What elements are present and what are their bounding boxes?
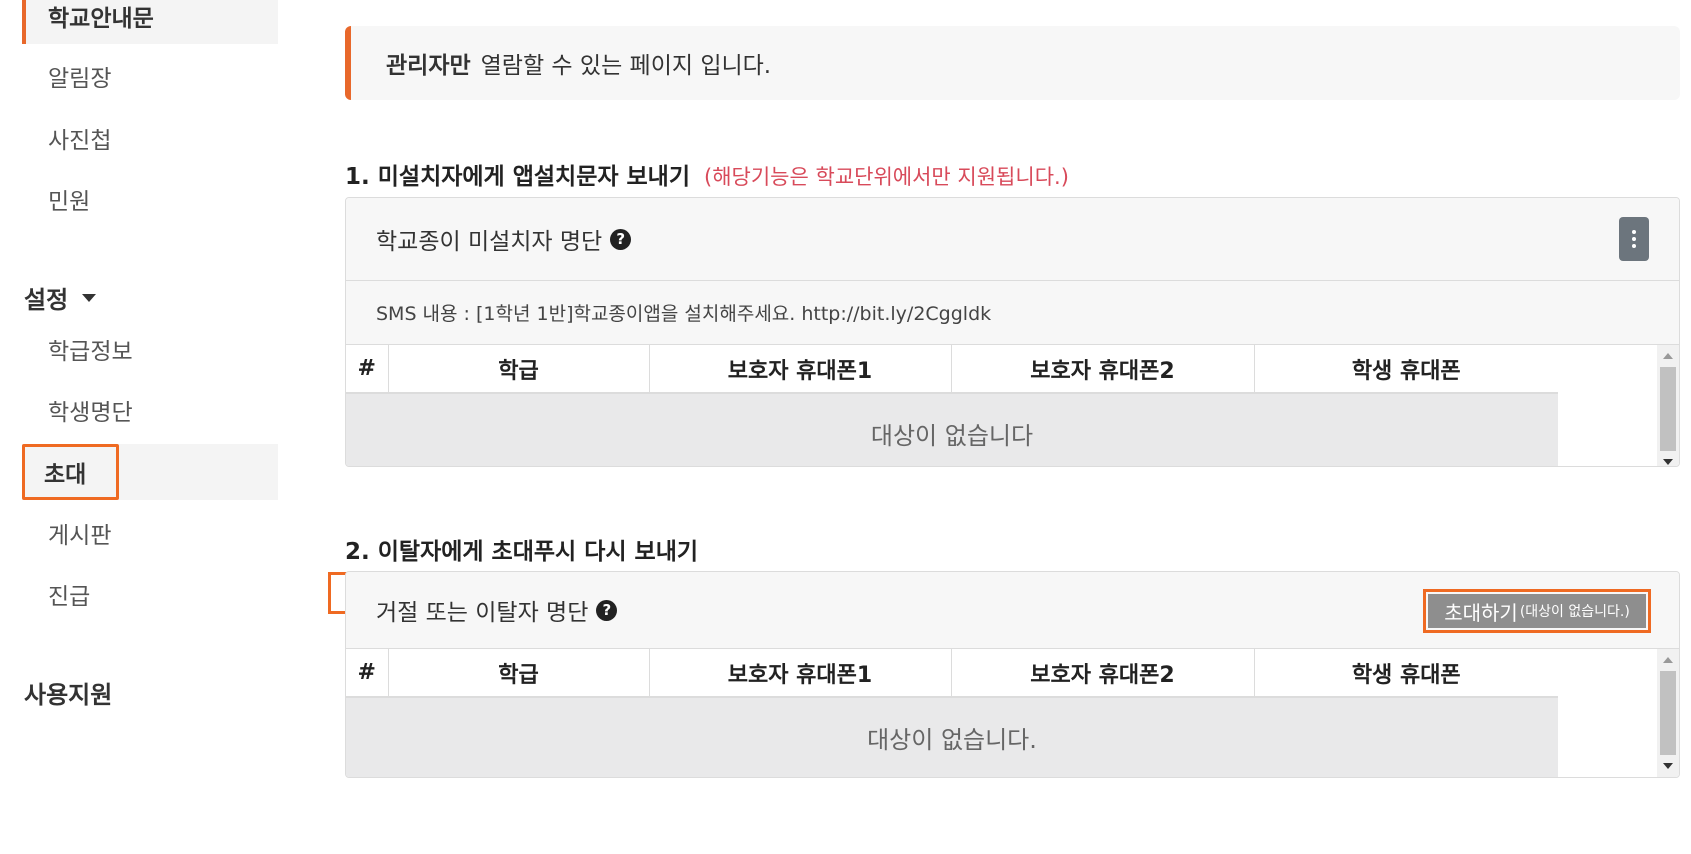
main-content: 관리자만 열람할 수 있는 페이지 입니다. 1. 미설치자에게 앱설치문자 보…: [328, 0, 1680, 854]
sidebar-item-complaint[interactable]: 민원: [22, 171, 278, 227]
sidebar-item-label: 민원: [48, 189, 91, 215]
column-header-class: 학급: [388, 345, 650, 394]
section2-title-text: 2. 이탈자에게 초대푸시 다시 보내기: [345, 539, 699, 565]
sms-content: SMS 내용 : [1학년 1반]학교종이앱을 설치해주세요. http://b…: [346, 281, 1679, 345]
panel-header: 학교종이 미설치자 명단 ?: [346, 198, 1679, 281]
empty-message: 대상이 없습니다.: [346, 697, 1558, 777]
panel-header: 거절 또는 이탈자 명단 ? 초대하기 (대상이 없습니다.): [346, 572, 1679, 649]
column-header-guardian-phone2: 보호자 휴대폰2: [951, 649, 1255, 698]
table-scrollbar[interactable]: [1657, 649, 1679, 777]
sidebar-item-student-list[interactable]: 학생명단: [22, 382, 278, 438]
invite-button-label: 초대하기: [1444, 600, 1518, 625]
table-scrollbar[interactable]: [1657, 345, 1679, 466]
scroll-down-icon[interactable]: [1663, 459, 1673, 465]
sidebar-item-label: 진급: [48, 584, 91, 610]
sidebar-item-class-info[interactable]: 학급정보: [22, 321, 278, 377]
sidebar-item-board[interactable]: 게시판: [22, 505, 278, 561]
column-header-guardian-phone1: 보호자 휴대폰1: [649, 649, 952, 698]
sidebar-section-label: 설정: [24, 286, 69, 314]
sidebar-item-school-notice[interactable]: 학교안내문: [22, 0, 278, 44]
scroll-down-icon[interactable]: [1663, 763, 1673, 769]
kebab-dot: [1632, 244, 1636, 248]
table-row: 대상이 없습니다.: [346, 697, 1558, 777]
invite-button-highlight-box: 초대하기 (대상이 없습니다.): [1423, 589, 1651, 633]
sidebar-item-label: 알림장: [48, 66, 112, 92]
section2-title: 2. 이탈자에게 초대푸시 다시 보내기: [345, 532, 698, 566]
sidebar-item-label: 학생명단: [48, 400, 133, 426]
scrollbar-thumb[interactable]: [1660, 367, 1676, 451]
question-circle-icon[interactable]: ?: [610, 228, 632, 250]
caret-down-icon: [82, 293, 97, 302]
notice-text: 열람할 수 있는 페이지 입니다.: [480, 53, 772, 79]
empty-message: 대상이 없습니다: [346, 393, 1558, 466]
scrollbar-thumb[interactable]: [1660, 671, 1676, 755]
sidebar-item-label: 학급정보: [48, 339, 133, 365]
sidebar-item-notices[interactable]: 알림장: [22, 48, 278, 104]
column-header-student-phone: 학생 휴대폰: [1254, 345, 1558, 394]
sidebar-item-invite[interactable]: 초대: [22, 444, 278, 500]
invite-button-note: (대상이 없습니다.): [1519, 604, 1630, 620]
scroll-up-icon[interactable]: [1663, 657, 1673, 663]
column-header-guardian-phone1: 보호자 휴대폰1: [649, 345, 952, 394]
sidebar-item-label: 사진첩: [48, 128, 112, 154]
sidebar-item-label: 게시판: [48, 523, 112, 549]
table-container: # 학급 보호자 휴대폰1 보호자 휴대폰2 학생 휴대폰 대상이 없습니다.: [346, 649, 1679, 777]
uninstalled-panel: 학교종이 미설치자 명단 ? SMS 내용 : [1학년 1반]학교종이앱을 설…: [345, 197, 1680, 467]
section1-title-text: 1. 미설치자에게 앱설치문자 보내기: [345, 164, 691, 190]
sidebar-item-urgent[interactable]: 진급: [22, 566, 278, 622]
column-header-index: #: [346, 649, 389, 698]
scroll-up-icon[interactable]: [1663, 353, 1673, 359]
column-header-student-phone: 학생 휴대폰: [1254, 649, 1558, 698]
sidebar-item-label: 초대: [44, 462, 87, 488]
sidebar-section-support[interactable]: 사용지원: [24, 675, 112, 710]
section1-note: (해당기능은 학교단위에서만 지원됩니다.): [704, 165, 1069, 189]
sms-text: SMS 내용 : [1학년 1반]학교종이앱을 설치해주세요. http://b…: [376, 303, 992, 325]
sidebar-item-photo-album[interactable]: 사진첩: [22, 110, 278, 166]
dropout-table: # 학급 보호자 휴대폰1 보호자 휴대폰2 학생 휴대폰 대상이 없습니다.: [346, 649, 1558, 777]
kebab-dot: [1632, 237, 1636, 241]
column-header-class: 학급: [388, 649, 650, 698]
sidebar-item-label: 학교안내문: [48, 6, 154, 32]
column-header-guardian-phone2: 보호자 휴대폰2: [951, 345, 1255, 394]
page: 학교안내문 알림장 사진첩 민원 설정 학급정보 학생명단 초대 게시판 진급 …: [0, 0, 1691, 854]
sidebar-section-settings[interactable]: 설정: [24, 280, 97, 315]
table-header-row: # 학급 보호자 휴대폰1 보호자 휴대폰2 학생 휴대폰: [346, 649, 1558, 698]
section1-title: 1. 미설치자에게 앱설치문자 보내기 (해당기능은 학교단위에서만 지원됩니다…: [345, 157, 1069, 191]
uninstalled-table: # 학급 보호자 휴대폰1 보호자 휴대폰2 학생 휴대폰 대상이 없습니다: [346, 345, 1558, 466]
sidebar: 학교안내문 알림장 사진첩 민원 설정 학급정보 학생명단 초대 게시판 진급 …: [0, 0, 280, 854]
table-header-row: # 학급 보호자 휴대폰1 보호자 휴대폰2 학생 휴대폰: [346, 345, 1558, 394]
question-circle-icon[interactable]: ?: [596, 599, 618, 621]
panel-title: 학교종이 미설치자 명단: [376, 229, 603, 255]
table-container: # 학급 보호자 휴대폰1 보호자 휴대폰2 학생 휴대폰 대상이 없습니다: [346, 345, 1679, 466]
column-header-index: #: [346, 345, 389, 394]
dropout-panel: 거절 또는 이탈자 명단 ? 초대하기 (대상이 없습니다.) # 학급 보호자…: [345, 571, 1680, 778]
sidebar-section-label: 사용지원: [24, 681, 113, 709]
kebab-dot: [1632, 230, 1636, 234]
table-row: 대상이 없습니다: [346, 393, 1558, 466]
invite-highlight-box: 초대: [22, 444, 119, 500]
notice-bold-text: 관리자만: [386, 53, 471, 79]
more-options-button[interactable]: [1619, 217, 1649, 261]
admin-only-notice: 관리자만 열람할 수 있는 페이지 입니다.: [345, 26, 1680, 100]
panel-title: 거절 또는 이탈자 명단: [376, 600, 589, 626]
invite-button[interactable]: 초대하기 (대상이 없습니다.): [1428, 594, 1646, 628]
